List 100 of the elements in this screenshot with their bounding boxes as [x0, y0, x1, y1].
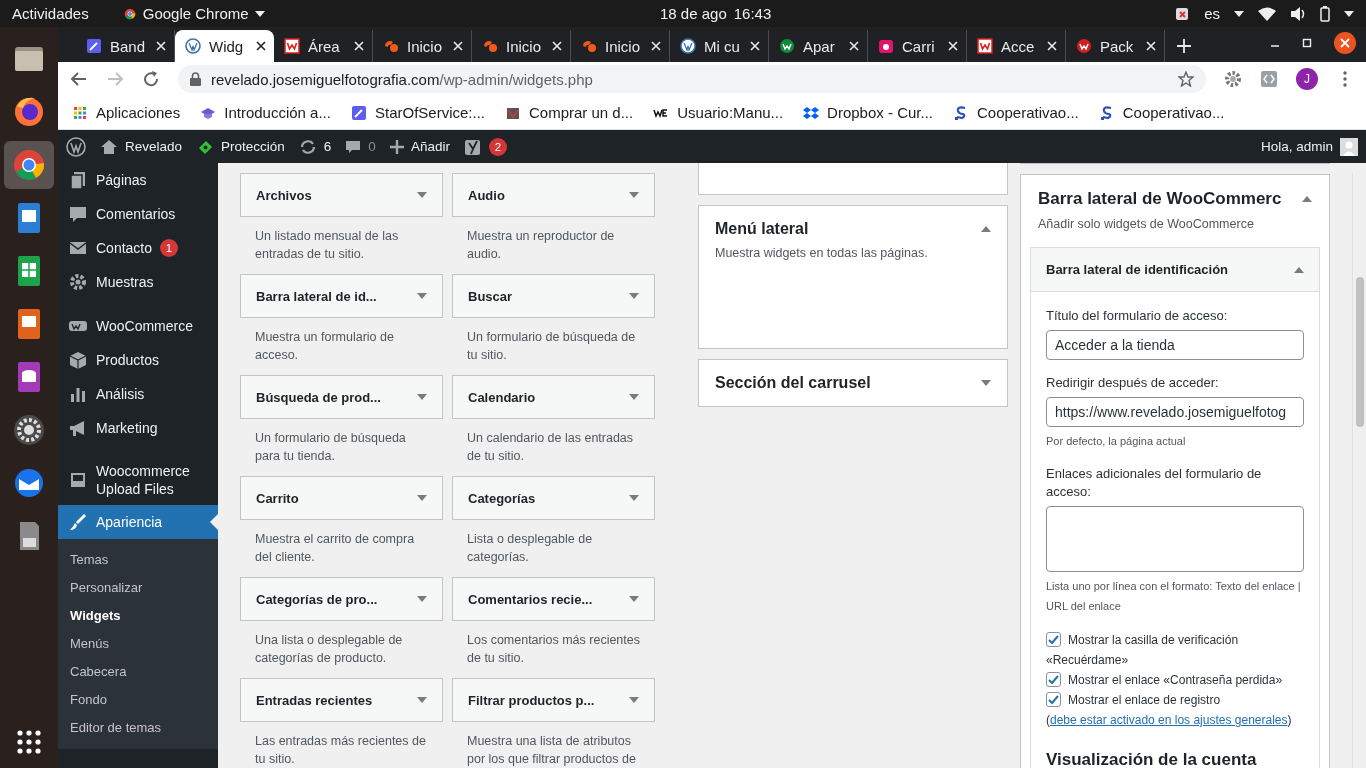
widget-header[interactable]: Carrito — [240, 476, 443, 520]
menu-item[interactable]: WooCommerce — [58, 309, 218, 343]
language-menu[interactable]: es — [1204, 5, 1220, 22]
updates-count[interactable]: 6 — [323, 139, 332, 154]
collapse-arrow-icon[interactable] — [1302, 196, 1312, 202]
close-icon[interactable] — [256, 41, 266, 51]
sidebar-title[interactable]: Menú lateral — [715, 220, 809, 238]
security-link[interactable]: Protección — [221, 139, 285, 154]
submenu-item[interactable]: Fondo — [58, 686, 218, 714]
sidebar-title[interactable]: Sección del carrusel — [715, 374, 871, 392]
widget-header[interactable]: Entradas recientes — [240, 678, 443, 722]
volume-icon[interactable] — [1290, 6, 1306, 21]
menu-item[interactable]: Productos — [58, 343, 218, 377]
widget-description: Un calendario de las entradas de tu sitio. — [466, 430, 635, 465]
favicon-icon — [680, 38, 696, 54]
sidebar-title[interactable]: Barra lateral de WooCommerc — [1038, 189, 1282, 209]
favicon-icon — [977, 38, 993, 54]
scrollbar[interactable] — [1352, 173, 1366, 768]
bookmark-link[interactable]: Usuario:Manu... — [653, 104, 784, 121]
widget-header[interactable]: Comentarios recie... — [452, 577, 655, 621]
favicon-icon — [803, 104, 820, 121]
menu-item[interactable]: Woocommerce Upload Files — [58, 455, 218, 505]
menu-item[interactable]: Apariencia — [58, 505, 218, 539]
site-link[interactable]: Revelado — [125, 139, 183, 154]
menu-item[interactable]: Páginas — [58, 163, 218, 197]
settings-link[interactable]: debe estar activado en los ajustes generales — [1050, 713, 1288, 727]
checkbox[interactable] — [1046, 632, 1061, 647]
favicon-icon — [383, 38, 399, 54]
bookmark-link[interactable]: Aplicaciones — [72, 104, 181, 121]
app-menu[interactable]: Google Chrome — [142, 5, 249, 22]
collapse-arrow-icon[interactable] — [981, 226, 991, 232]
wifi-icon[interactable] — [1258, 6, 1276, 21]
menu-arrow-icon[interactable] — [1344, 10, 1354, 17]
profile-avatar[interactable]: J — [1296, 68, 1318, 90]
new-link[interactable]: Añadir — [410, 139, 450, 154]
expand-arrow-icon[interactable] — [981, 380, 991, 386]
menu-item[interactable]: Comentarios — [58, 197, 218, 231]
widget-header[interactable]: Filtrar productos p... — [452, 678, 655, 722]
bookmark-link[interactable]: Cooperativao... — [953, 104, 1079, 121]
bookmark-star-icon[interactable] — [1178, 71, 1194, 87]
submenu-item[interactable]: Editor de temas — [58, 714, 218, 742]
gear-icon[interactable] — [1224, 70, 1242, 88]
bookmark-link[interactable]: Introducción a... — [200, 104, 331, 121]
widget-description: Muestra un formulario de acceso. — [254, 329, 395, 364]
y-logo-icon[interactable] — [463, 137, 482, 156]
code-extension-icon[interactable] — [1260, 70, 1278, 88]
submenu-item[interactable]: Widgets — [58, 602, 218, 630]
app-grid-icon[interactable] — [17, 730, 41, 754]
menu-item[interactable]: Contacto 1 — [58, 231, 218, 265]
comments-count[interactable]: 0 — [368, 139, 376, 154]
clock-label[interactable]: 16:43 — [733, 5, 772, 22]
menu-item[interactable]: Análisis — [58, 377, 218, 411]
notification-icon[interactable] — [1174, 5, 1191, 22]
widget-description: Un formulario de búsqueda de tu sitio. — [466, 329, 637, 364]
expand-arrow-icon — [629, 596, 639, 602]
reload-icon[interactable] — [142, 70, 160, 88]
widget-header[interactable]: Categorías de pro... — [240, 577, 443, 621]
date-label[interactable]: 18 de ago — [660, 5, 727, 22]
greeting-label[interactable]: Hola, admin — [1260, 139, 1333, 154]
checkbox[interactable] — [1046, 672, 1061, 687]
address-bar[interactable]: revelado.josemiguelfotografia.com/wp-admin/widgets.php — [178, 65, 1206, 93]
submenu-item[interactable]: Personalizar — [58, 574, 218, 602]
menu-item[interactable]: Marketing — [58, 411, 218, 445]
checkbox-option[interactable]: Mostrar la casilla de verificación «Recuérdame» — [1046, 630, 1304, 670]
new-tab-icon[interactable] — [1177, 39, 1191, 53]
menu-item[interactable]: Muestras — [58, 265, 218, 299]
maximize-icon[interactable] — [1302, 38, 1312, 48]
bookmark-link[interactable]: Comprar un d... — [505, 104, 634, 121]
field-label: Título del formulario de acceso: — [1046, 307, 1229, 325]
wordpress-logo-icon[interactable] — [66, 136, 86, 157]
widget-header[interactable]: Búsqueda de prod... — [240, 375, 443, 419]
widget-header[interactable]: Buscar — [452, 274, 655, 318]
browser-tab[interactable]: Widg — [175, 30, 274, 62]
activities-button[interactable]: Actividades — [12, 5, 89, 22]
battery-icon[interactable] — [1320, 5, 1330, 22]
collapse-arrow-icon[interactable] — [1294, 266, 1304, 273]
back-icon[interactable] — [70, 70, 88, 88]
refresh-icon — [298, 137, 317, 156]
avatar-icon[interactable] — [1340, 137, 1358, 156]
input-field[interactable]: Acceder a la tienda — [1046, 330, 1304, 360]
expand-arrow-icon — [629, 697, 639, 703]
count-badge: 1 — [160, 239, 179, 257]
input-field[interactable]: https://www.revelado.josemiguelfotog — [1046, 397, 1304, 427]
close-icon[interactable] — [1334, 32, 1356, 54]
widget-header[interactable]: Audio — [452, 173, 655, 217]
bookmark-link[interactable]: Dropbox - Cur... — [803, 104, 933, 121]
text-area[interactable] — [1046, 506, 1304, 572]
widget-header[interactable]: Calendario — [452, 375, 655, 419]
favicon-icon — [1076, 38, 1092, 54]
submenu-item[interactable]: Cabecera — [58, 658, 218, 686]
submenu-item[interactable]: Menús — [58, 630, 218, 658]
widget-header[interactable]: Archivos — [240, 173, 443, 217]
checkbox[interactable] — [1046, 692, 1061, 707]
bookmark-link[interactable]: StarOfService:... — [350, 104, 485, 121]
checkbox-option[interactable]: Mostrar el enlace «Contraseña perdida» — [1046, 670, 1304, 690]
submenu-item[interactable]: Temas — [58, 546, 218, 574]
widget-header[interactable]: Barra lateral de id... — [240, 274, 443, 318]
widget-header[interactable]: Categorías — [452, 476, 655, 520]
checkbox-option[interactable]: Mostrar el enlace de registro (debe estar activado en los ajustes generales) — [1046, 690, 1304, 730]
bookmark-link[interactable]: Cooperativao... — [1098, 104, 1225, 121]
